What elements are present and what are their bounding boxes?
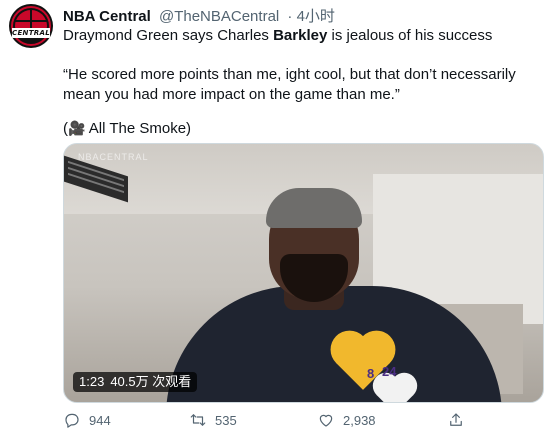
shirt-number-8: 8: [367, 366, 375, 381]
tweet-text-highlight: Barkley: [273, 27, 328, 44]
reply-icon: [65, 413, 79, 428]
tweet-text-pre: Draymond Green says Charles: [63, 27, 274, 44]
header-separator: ·: [287, 8, 293, 25]
video-watermark: NBACENTRAL: [78, 152, 149, 162]
tweet-text: Draymond Green says Charles Barkley is j…: [63, 26, 538, 46]
tweet-credit: (🎥 All The Smoke): [63, 118, 538, 139]
share-icon: [450, 413, 462, 426]
like-count: 2,938: [343, 412, 376, 428]
author-handle[interactable]: @TheNBACentral: [159, 8, 279, 25]
tweet-header: NBA Central @TheNBACentral · 4小时: [63, 5, 335, 26]
retweet-count: 535: [215, 412, 237, 428]
author-name[interactable]: NBA Central: [63, 8, 151, 25]
video-person: 8 24 2: [166, 188, 502, 403]
reply-count: 944: [89, 412, 111, 428]
heart-graphic-white: [376, 376, 414, 402]
reply-button[interactable]: 944: [63, 411, 111, 429]
video-duration: 1:23: [79, 374, 105, 389]
video-views: 40.5万 次观看: [110, 374, 192, 389]
avatar-logo-text: CENTRAL: [12, 28, 50, 38]
video-info-badge: 1:23 40.5万 次观看: [73, 372, 198, 392]
tweet-quote: “He scored more points than me, ight coo…: [63, 66, 516, 103]
author-avatar[interactable]: CENTRAL: [9, 4, 53, 48]
tweet[interactable]: CENTRAL NBA Central @TheNBACentral · 4小时…: [0, 0, 550, 438]
heart-icon: [319, 414, 333, 427]
tweet-text-post: is jealous of his success: [327, 27, 493, 44]
beanie: [266, 188, 362, 228]
action-bar: 944 535 2,938: [63, 411, 483, 431]
tweet-time[interactable]: 4小时: [297, 8, 335, 25]
shirt-number-2: 2: [410, 402, 417, 403]
share-button[interactable]: [447, 411, 465, 429]
shirt-number-24: 24: [382, 364, 397, 379]
retweet-button[interactable]: 535: [189, 411, 237, 429]
camera-icon: 🎥: [68, 120, 86, 136]
video-player[interactable]: NBACENTRAL 8 24 2: [63, 143, 544, 403]
retweet-icon: [190, 414, 206, 426]
credit-text: All The Smoke): [85, 120, 192, 137]
like-button[interactable]: 2,938: [317, 411, 376, 429]
